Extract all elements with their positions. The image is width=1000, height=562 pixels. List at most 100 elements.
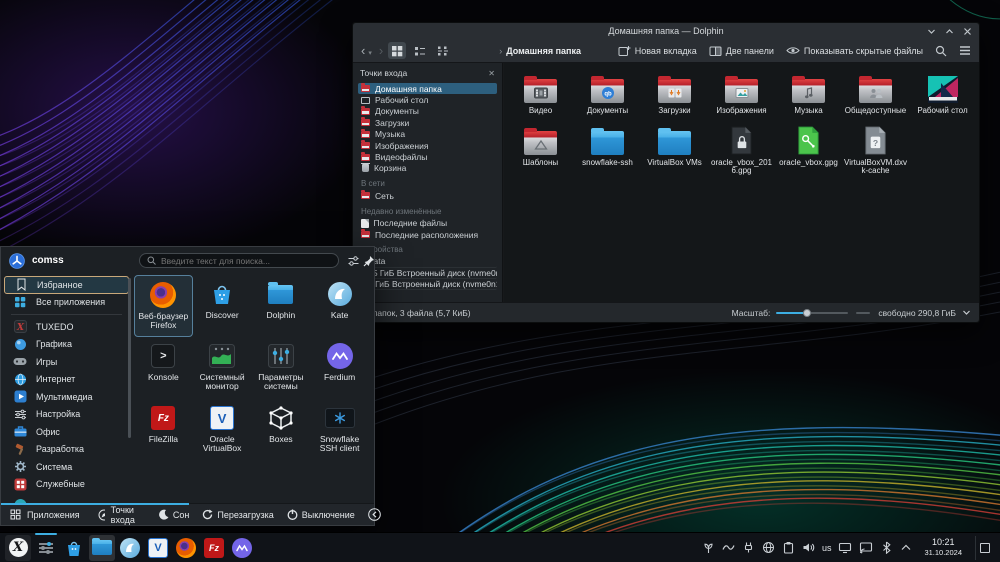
close-icon[interactable] [963, 27, 972, 36]
category-utilities[interactable]: Служебные [1, 476, 132, 494]
place-music[interactable]: Музыка [358, 128, 497, 140]
category-settings[interactable]: Настройка [1, 406, 132, 424]
file-item[interactable]: Загрузки [641, 67, 708, 116]
place-images[interactable]: Изображения [358, 140, 497, 151]
back-history-caret-icon[interactable]: ▾ [368, 49, 372, 57]
place-home[interactable]: Домашняя папка [358, 83, 497, 95]
breadcrumb-home[interactable]: Домашняя папка [506, 46, 581, 56]
new-tab-button[interactable]: Новая вкладка [618, 45, 697, 57]
file-item[interactable]: VirtualBox VMs [641, 119, 708, 176]
file-item[interactable]: Общедоступные [842, 67, 909, 116]
app-filezilla[interactable]: Fz FileZilla [134, 399, 193, 461]
chevron-down-icon[interactable] [962, 309, 971, 316]
task-discover[interactable] [61, 535, 87, 561]
bluetooth-tray-icon[interactable] [880, 541, 893, 554]
file-item[interactable]: ? VirtualBoxVM.dxvk-cache [842, 119, 909, 176]
file-item[interactable]: qb Документы [574, 67, 641, 116]
file-item[interactable]: oracle_vbox.gpg [775, 119, 842, 176]
network-globe-tray-icon[interactable] [762, 541, 775, 554]
minimize-icon[interactable] [927, 27, 936, 36]
category-internet[interactable]: Интернет [1, 371, 132, 389]
tab-places[interactable]: Точки входа [98, 505, 140, 525]
maximize-icon[interactable] [945, 27, 954, 36]
sleep-button[interactable]: Сон [158, 509, 189, 520]
app-snowflake[interactable]: Snowflake SSH client [310, 399, 369, 461]
category-all-apps[interactable]: Все приложения [1, 294, 132, 312]
digital-clock[interactable]: 10:21 31.10.2024 [924, 538, 962, 557]
keyboard-layout-indicator[interactable]: us [822, 543, 832, 553]
task-virtualbox[interactable]: V [145, 535, 171, 561]
app-virtualbox[interactable]: V Oracle VirtualBox [193, 399, 252, 461]
place-network[interactable]: Сеть [358, 190, 497, 201]
place-trash[interactable]: Корзина [358, 162, 497, 174]
zoom-slider[interactable] [776, 308, 849, 317]
task-tuxedo-control-center[interactable] [33, 532, 59, 561]
place-documents[interactable]: Документы [358, 105, 497, 117]
task-ferdium[interactable] [229, 535, 255, 561]
file-item[interactable]: Видео [507, 67, 574, 116]
compact-view-button[interactable] [434, 42, 452, 59]
category-system[interactable]: Система [1, 458, 132, 476]
file-item[interactable]: Рабочий стол [909, 67, 976, 116]
app-firefox[interactable]: Веб-браузер Firefox [134, 275, 193, 337]
app-kate[interactable]: Kate [310, 275, 369, 337]
show-desktop-button[interactable] [975, 535, 993, 560]
cast-tray-icon[interactable] [859, 541, 873, 554]
app-discover[interactable]: Discover [193, 275, 252, 337]
launcher-button[interactable]: X [5, 534, 31, 561]
categories-scrollbar[interactable] [128, 278, 131, 438]
search-input[interactable] [161, 255, 331, 266]
device-disk-2[interactable]: 0,0 ГиБ Встроенный диск (nvme0n1p2) [358, 279, 497, 291]
clipboard-tray-icon[interactable] [782, 541, 795, 554]
place-recent-locations[interactable]: Последние расположения [358, 229, 497, 240]
place-downloads[interactable]: Загрузки [358, 117, 497, 128]
search-icon[interactable] [935, 45, 947, 57]
category-tuxedo[interactable]: X TUXEDO [1, 318, 132, 336]
place-desktop[interactable]: Рабочий стол [358, 94, 497, 105]
zoom-slider-handle[interactable] [803, 308, 812, 317]
app-system-monitor[interactable]: Системный монитор [193, 337, 252, 399]
app-ferdium[interactable]: Ferdium [310, 337, 369, 399]
pin-icon[interactable] [363, 255, 375, 267]
app-dolphin[interactable]: Dolphin [252, 275, 311, 337]
category-favorites[interactable]: Избранное [4, 276, 129, 294]
place-recent-files[interactable]: Последние файлы [358, 218, 497, 229]
search-box[interactable] [139, 253, 339, 268]
collapse-chevron-icon[interactable] [367, 508, 381, 521]
dolphin-titlebar[interactable]: Домашняя папка — Dolphin [353, 23, 979, 39]
volume-tray-icon[interactable] [802, 541, 815, 554]
details-view-button[interactable] [411, 42, 429, 59]
task-kate[interactable] [117, 535, 143, 561]
file-item[interactable]: Шаблоны [507, 119, 574, 176]
back-button[interactable]: ‹ [361, 44, 365, 57]
app-boxes[interactable]: Boxes [252, 399, 311, 461]
category-office[interactable]: Офис [1, 423, 132, 441]
show-hidden-files-button[interactable]: Показывать скрытые файлы [786, 45, 923, 56]
task-dolphin[interactable] [89, 534, 115, 561]
breadcrumb[interactable]: › Домашняя папка [499, 46, 581, 56]
category-games[interactable]: Игры [1, 353, 132, 371]
hamburger-menu-icon[interactable] [959, 45, 971, 56]
category-graphics[interactable]: Графика [1, 336, 132, 354]
app-konsole[interactable]: > Konsole [134, 337, 193, 399]
file-item[interactable]: snowflake-ssh [574, 119, 641, 176]
file-item[interactable]: oracle_vbox_2016.gpg [708, 119, 775, 176]
file-item[interactable]: Изображения [708, 67, 775, 116]
display-tray-icon[interactable] [838, 541, 852, 554]
places-close-icon[interactable]: ✕ [488, 69, 495, 78]
split-view-button[interactable]: Две панели [709, 45, 774, 57]
category-multimedia[interactable]: Мультимедиа [1, 388, 132, 406]
forward-button[interactable]: › [379, 44, 383, 57]
tab-applications[interactable]: Приложения [10, 509, 80, 520]
category-development[interactable]: Разработка [1, 441, 132, 459]
restart-button[interactable]: Перезагрузка [202, 509, 274, 520]
file-item[interactable]: Музыка [775, 67, 842, 116]
configure-icon[interactable] [347, 255, 360, 267]
task-filezilla[interactable]: Fz [201, 535, 227, 561]
folder-view[interactable]: Видео qb Документы Загрузки Изображения … [504, 63, 979, 302]
category-partial[interactable] [1, 493, 132, 503]
expand-tray-icon[interactable] [900, 543, 912, 552]
app-system-settings[interactable]: Параметры системы [252, 337, 311, 399]
place-videos[interactable]: Видеофайлы [358, 151, 497, 162]
power-plug-tray-icon[interactable] [742, 541, 755, 554]
